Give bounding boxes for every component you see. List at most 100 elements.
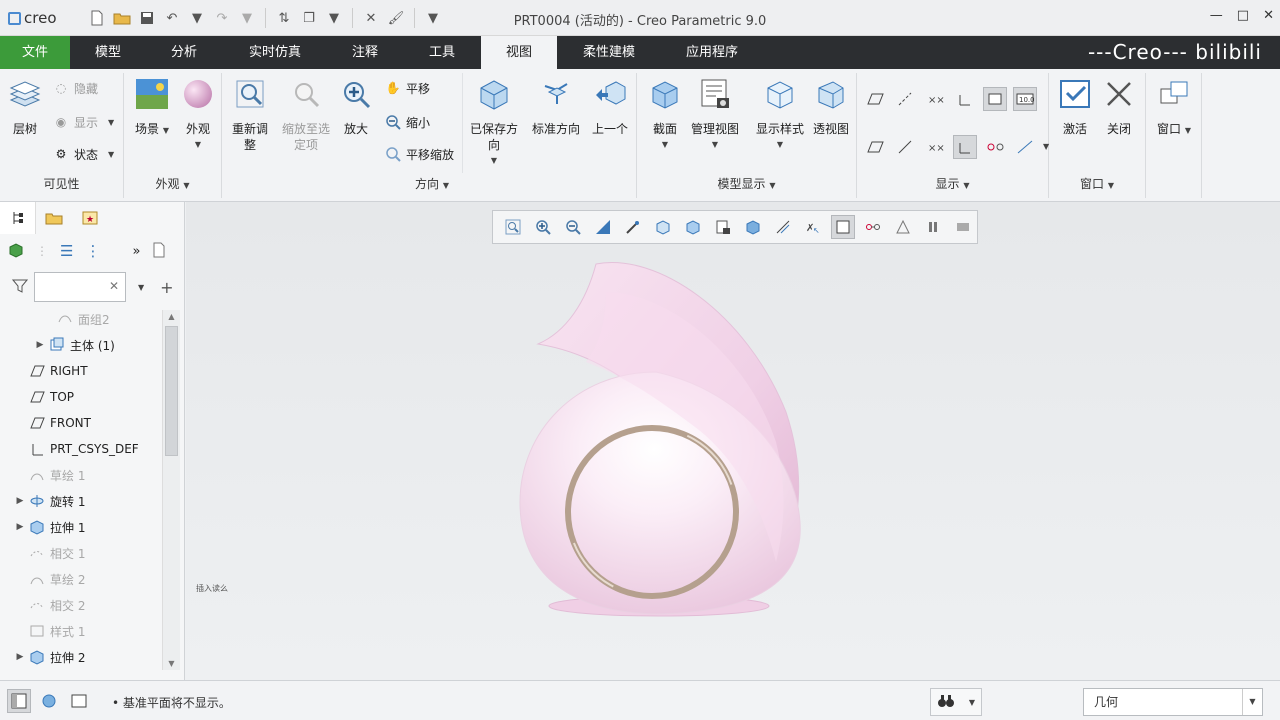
scroll-down-icon[interactable]: ▼ — [163, 659, 180, 668]
tab-favorites[interactable]: ★ — [72, 202, 108, 234]
perspective-button[interactable]: 透视图 — [809, 77, 853, 137]
tree-item[interactable]: PRT_CSYS_DEF — [0, 436, 162, 462]
tree-filter-input[interactable]: ✕ — [34, 272, 126, 302]
dimension-display-icon[interactable]: 10.0 — [1013, 87, 1037, 111]
full-screen-icon[interactable] — [67, 689, 91, 713]
tab-view[interactable]: 视图 — [481, 36, 557, 69]
graphics-window[interactable]: ✗ ↖ 插入读么 — [186, 202, 1280, 680]
tree-item[interactable]: TOP — [0, 384, 162, 410]
display-style-button[interactable]: 显示样式 ▼ — [747, 77, 813, 153]
plane-tag-display-icon[interactable] — [863, 135, 887, 159]
expand-arrow-icon[interactable]: ▶ — [32, 340, 48, 350]
activate-button[interactable]: 激活 — [1055, 77, 1095, 137]
expand-arrow-icon[interactable]: ▶ — [12, 522, 28, 532]
hide-button[interactable]: ◌ 隐藏 — [52, 79, 98, 97]
show-button[interactable]: ◉ 显示 ▼ — [52, 113, 114, 131]
point-display-icon[interactable]: ×× — [923, 87, 947, 111]
add-filter-icon[interactable]: + — [160, 278, 173, 297]
tree-item[interactable]: ▶ 主体 (1) — [0, 332, 162, 358]
selection-filter-select[interactable]: 几何 ▼ — [1083, 688, 1263, 716]
tree-item[interactable]: ▶ 拉伸 2 — [0, 644, 162, 670]
scroll-up-icon[interactable]: ▲ — [163, 312, 180, 321]
tree-item[interactable]: 相交 1 — [0, 540, 162, 566]
sketch-display-icon[interactable] — [1013, 135, 1037, 159]
zoom-to-selected-button[interactable]: 缩放至选定项 — [280, 77, 332, 153]
tab-analysis[interactable]: 分析 — [148, 36, 220, 69]
appearance-button[interactable]: 外观 ▼ — [178, 77, 218, 153]
tab-annotate[interactable]: 注释 — [330, 36, 400, 69]
show-settings-icon[interactable] — [152, 242, 166, 261]
refit-button[interactable]: 重新调整 — [228, 77, 272, 153]
tab-flexible-modeling[interactable]: 柔性建模 — [568, 36, 650, 69]
tree-item[interactable]: FRONT — [0, 410, 162, 436]
previous-label: 上一个 — [591, 122, 628, 136]
zoom-out-button[interactable]: 缩小 — [384, 113, 430, 131]
activate-label: 激活 — [1062, 122, 1087, 136]
scene-label: 场景 ▼ — [135, 122, 169, 136]
tree-settings-icon[interactable]: ⋮ — [85, 242, 100, 260]
standard-orientation-button[interactable]: 标准方向 — [528, 77, 584, 137]
axis-display-icon[interactable] — [893, 87, 917, 111]
tree-item[interactable]: ▶ 旋转 1 — [0, 488, 162, 514]
group-label-model-display: 模型显示 ▼ — [717, 177, 776, 191]
expand-arrow-icon[interactable]: ▶ — [12, 652, 28, 662]
previous-view-icon — [593, 77, 627, 111]
tab-applications[interactable]: 应用程序 — [672, 36, 752, 69]
section-button[interactable]: 截面 ▼ — [645, 77, 685, 153]
tab-tools[interactable]: 工具 — [408, 36, 476, 69]
tab-model[interactable]: 模型 — [72, 36, 144, 69]
tab-file[interactable]: 文件 — [0, 36, 70, 69]
tree-columns-icon[interactable]: ☰ — [60, 242, 73, 260]
plane-display-icon[interactable] — [863, 87, 887, 111]
scene-button[interactable]: 场景 ▼ — [132, 77, 172, 139]
tree-scrollbar[interactable]: ▲ ▼ — [162, 310, 180, 670]
part-cube-icon[interactable] — [8, 242, 24, 261]
saved-orientations-button[interactable]: 已保存方向 ▼ — [468, 77, 520, 169]
tree-item[interactable]: 样式 1 — [0, 618, 162, 644]
pan-button[interactable]: ✋ 平移 — [384, 79, 431, 97]
tree-item[interactable]: 面组2 — [0, 306, 162, 332]
csys-display-icon[interactable] — [953, 87, 977, 111]
zoom-in-button[interactable]: 放大 — [338, 77, 374, 137]
annotation-display-icon[interactable] — [983, 87, 1007, 111]
tab-model-tree[interactable] — [0, 202, 36, 234]
tree-item[interactable]: 相交 2 — [0, 592, 162, 618]
scroll-thumb[interactable] — [165, 326, 178, 456]
pan-zoom-button[interactable]: 平移缩放 — [384, 145, 454, 163]
maximize-icon[interactable]: □ — [1237, 8, 1249, 23]
expand-more-icon[interactable]: » — [132, 244, 140, 259]
feature-icon — [56, 311, 74, 327]
axis-tag-display-icon[interactable] — [893, 135, 917, 159]
close-icon[interactable]: ✕ — [1263, 8, 1274, 23]
tree-item[interactable]: ▶ 拉伸 1 — [0, 514, 162, 540]
layer-tree-button[interactable]: 层树 — [6, 77, 44, 137]
filter-dropdown-icon[interactable]: ▼ — [138, 283, 144, 292]
windows-button[interactable]: 窗口 ▼ — [1152, 77, 1196, 139]
status-button[interactable]: ⚙ 状态 ▼ — [52, 145, 115, 163]
tab-live-simulation[interactable]: 实时仿真 — [230, 36, 320, 69]
zoom-to-selected-label: 缩放至选定项 — [281, 122, 330, 152]
csys-tag-display-icon[interactable] — [953, 135, 977, 159]
window-controls: — □ ✕ — [1210, 8, 1274, 23]
minimize-icon[interactable]: — — [1210, 8, 1223, 23]
close-window-button[interactable]: 关闭 — [1099, 77, 1139, 137]
tree-item-label: TOP — [50, 390, 75, 404]
spin-center-icon[interactable] — [983, 135, 1007, 159]
group-appearance: 场景 ▼ 外观 ▼ 外观 ▼ — [124, 73, 222, 198]
point-tag-display-icon[interactable]: ×× — [923, 135, 947, 159]
expand-arrow-icon[interactable]: ▶ — [12, 496, 28, 506]
model-render[interactable] — [186, 202, 1280, 680]
tab-folder-browser[interactable] — [36, 202, 72, 234]
tree-item[interactable]: 草绘 1 — [0, 462, 162, 488]
toggle-navigator-icon[interactable] — [7, 689, 31, 713]
tree-item[interactable]: 草绘 2 — [0, 566, 162, 592]
find-button[interactable]: ▼ — [930, 688, 982, 716]
clear-filter-icon[interactable]: ✕ — [109, 279, 119, 293]
tree-item[interactable]: RIGHT — [0, 358, 162, 384]
browser-icon[interactable] — [37, 689, 61, 713]
tree-item-label: 草绘 1 — [50, 468, 86, 483]
previous-button[interactable]: 上一个 — [588, 77, 632, 137]
manage-views-button[interactable]: 管理视图 ▼ — [687, 77, 743, 153]
pan-zoom-label: 平移缩放 — [406, 147, 455, 162]
filter-icon[interactable] — [11, 279, 29, 296]
